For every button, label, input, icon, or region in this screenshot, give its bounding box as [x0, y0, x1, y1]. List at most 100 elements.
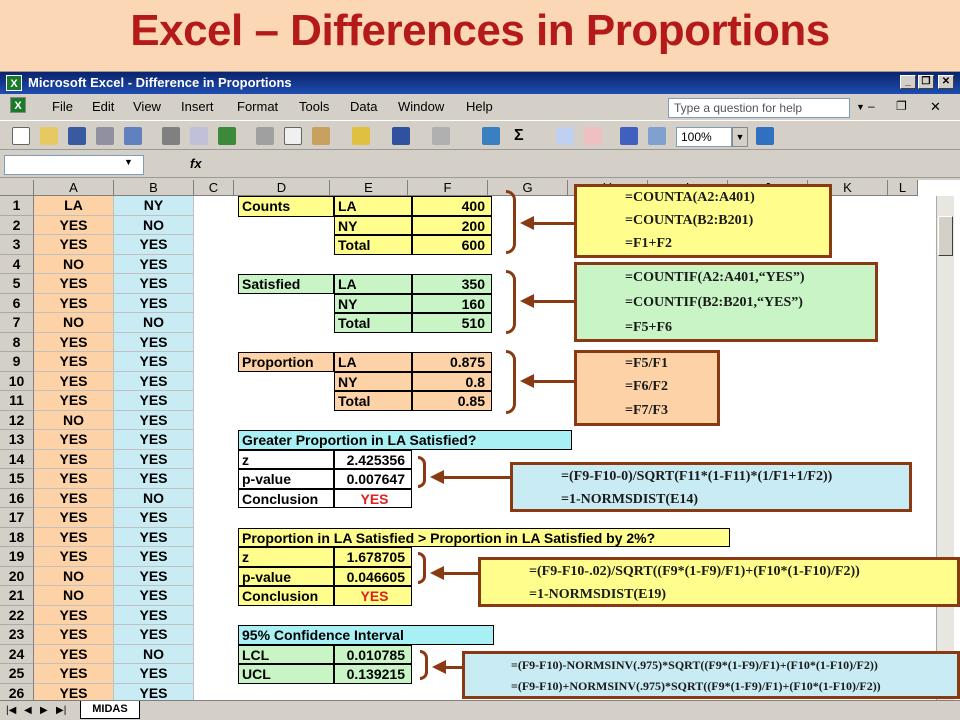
- worksheet-grid[interactable]: ABCDEFGHIJKL 1LANY2YESNO3YESYES4NOYES5YE…: [0, 180, 960, 700]
- column-header-g[interactable]: G: [488, 180, 568, 196]
- cell-b[interactable]: YES: [114, 293, 194, 313]
- print-preview-icon[interactable]: [190, 127, 208, 145]
- row-header[interactable]: 8: [0, 332, 34, 352]
- row-header[interactable]: 19: [0, 547, 34, 567]
- cell-b[interactable]: YES: [114, 274, 194, 294]
- ci-header[interactable]: 95% Confidence Interval: [238, 625, 494, 645]
- cell-a[interactable]: YES: [34, 527, 114, 547]
- cell-b[interactable]: YES: [114, 508, 194, 528]
- cell-b[interactable]: YES: [114, 391, 194, 411]
- counts-ny-label[interactable]: NY: [334, 215, 412, 235]
- counts-la-label[interactable]: LA: [334, 196, 412, 216]
- row-header[interactable]: 9: [0, 352, 34, 372]
- row-header[interactable]: 18: [0, 527, 34, 547]
- cell-a[interactable]: YES: [34, 664, 114, 684]
- menu-tools[interactable]: Tools: [299, 99, 329, 114]
- row-header[interactable]: 13: [0, 430, 34, 450]
- workbook-icon[interactable]: X: [10, 97, 26, 113]
- satisfied-total-value[interactable]: 510: [412, 313, 492, 333]
- hyperlink-icon[interactable]: [482, 127, 500, 145]
- satisfied-la-value[interactable]: 350: [412, 274, 492, 294]
- last-sheet-icon[interactable]: ▶|: [56, 705, 66, 716]
- redo-icon[interactable]: [432, 127, 450, 145]
- chart-wizard-icon[interactable]: [620, 127, 638, 145]
- zoom-dropdown-icon[interactable]: ▼: [732, 127, 748, 147]
- doc-minimize-icon[interactable]: –: [868, 99, 875, 113]
- cell-a[interactable]: YES: [34, 683, 114, 700]
- test1-p-label[interactable]: p-value: [238, 469, 334, 489]
- cell-a[interactable]: YES: [34, 352, 114, 372]
- test2-p-label[interactable]: p-value: [238, 566, 334, 586]
- cell-a[interactable]: YES: [34, 469, 114, 489]
- sheet-tab-midas[interactable]: MIDAS: [80, 701, 140, 719]
- autosum-icon[interactable]: Σ: [514, 127, 524, 145]
- satisfied-ny-label[interactable]: NY: [334, 293, 412, 313]
- row-header[interactable]: 14: [0, 449, 34, 469]
- proportion-ny-value[interactable]: 0.8: [412, 371, 492, 391]
- test1-header[interactable]: Greater Proportion in LA Satisfied?: [238, 430, 572, 450]
- cell-b[interactable]: YES: [114, 527, 194, 547]
- counts-ny-value[interactable]: 200: [412, 215, 492, 235]
- cell-a[interactable]: NO: [34, 254, 114, 274]
- minimize-icon[interactable]: _: [900, 75, 916, 89]
- menu-file[interactable]: File: [52, 99, 73, 114]
- test2-z-value[interactable]: 1.678705: [334, 547, 412, 567]
- test1-conclusion-value[interactable]: YES: [334, 488, 412, 508]
- cell-b[interactable]: YES: [114, 605, 194, 625]
- menu-insert[interactable]: Insert: [181, 99, 214, 114]
- first-sheet-icon[interactable]: |◀: [6, 705, 16, 716]
- cell-b[interactable]: YES: [114, 352, 194, 372]
- cell-b[interactable]: YES: [114, 586, 194, 606]
- row-header[interactable]: 1: [0, 196, 34, 216]
- satisfied-ny-value[interactable]: 160: [412, 293, 492, 313]
- row-header[interactable]: 20: [0, 566, 34, 586]
- test2-p-value[interactable]: 0.046605: [334, 566, 412, 586]
- name-box-dropdown-icon[interactable]: ▼: [124, 157, 133, 167]
- row-header[interactable]: 10: [0, 371, 34, 391]
- ci-ucl-label[interactable]: UCL: [238, 664, 334, 684]
- spelling-icon[interactable]: [218, 127, 236, 145]
- cell-b[interactable]: YES: [114, 625, 194, 645]
- prev-sheet-icon[interactable]: ◀: [24, 705, 32, 716]
- row-header[interactable]: 2: [0, 215, 34, 235]
- name-box[interactable]: [4, 155, 144, 175]
- cell-b[interactable]: YES: [114, 332, 194, 352]
- new-icon[interactable]: [12, 127, 30, 145]
- vertical-scrollbar[interactable]: [936, 196, 954, 700]
- test2-header[interactable]: Proportion in LA Satisfied > Proportion …: [238, 527, 730, 547]
- row-header[interactable]: 22: [0, 605, 34, 625]
- cell-a[interactable]: YES: [34, 605, 114, 625]
- sort-descending-icon[interactable]: [584, 127, 602, 145]
- cell-a[interactable]: YES: [34, 293, 114, 313]
- cell-a[interactable]: YES: [34, 547, 114, 567]
- cell-b[interactable]: NO: [114, 488, 194, 508]
- ci-ucl-value[interactable]: 0.139215: [334, 664, 412, 684]
- row-header[interactable]: 15: [0, 469, 34, 489]
- row-header[interactable]: 17: [0, 508, 34, 528]
- menu-view[interactable]: View: [133, 99, 161, 114]
- test1-z-label[interactable]: z: [238, 449, 334, 469]
- row-header[interactable]: 23: [0, 625, 34, 645]
- undo-icon[interactable]: [392, 127, 410, 145]
- cell-b[interactable]: YES: [114, 410, 194, 430]
- row-header[interactable]: 12: [0, 410, 34, 430]
- row-header[interactable]: 16: [0, 488, 34, 508]
- satisfied-la-label[interactable]: LA: [334, 274, 412, 294]
- ci-lcl-label[interactable]: LCL: [238, 644, 334, 664]
- zoom-select[interactable]: 100%: [676, 127, 732, 147]
- proportion-total-label[interactable]: Total: [334, 391, 412, 411]
- row-header[interactable]: 21: [0, 586, 34, 606]
- cell-a[interactable]: YES: [34, 625, 114, 645]
- cell-a[interactable]: YES: [34, 449, 114, 469]
- cell-b[interactable]: YES: [114, 469, 194, 489]
- row-header[interactable]: 4: [0, 254, 34, 274]
- test1-z-value[interactable]: 2.425356: [334, 449, 412, 469]
- ask-question-input[interactable]: Type a question for help: [668, 98, 850, 118]
- cell-b[interactable]: YES: [114, 566, 194, 586]
- ci-lcl-value[interactable]: 0.010785: [334, 644, 412, 664]
- doc-close-icon[interactable]: ✕: [930, 99, 941, 115]
- menu-edit[interactable]: Edit: [92, 99, 114, 114]
- cell-b[interactable]: YES: [114, 683, 194, 700]
- column-header-l[interactable]: L: [888, 180, 918, 196]
- satisfied-label[interactable]: Satisfied: [238, 274, 334, 294]
